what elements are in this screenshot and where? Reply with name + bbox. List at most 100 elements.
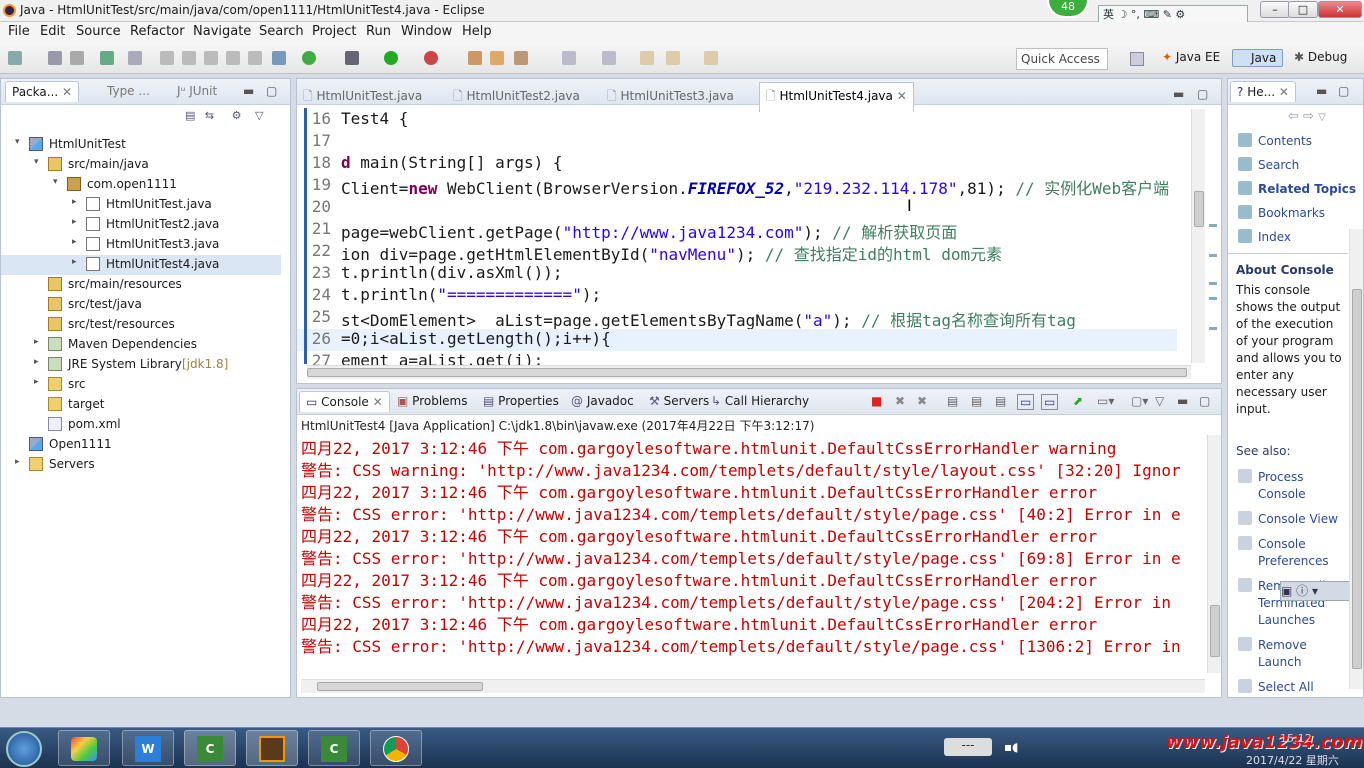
back-arrow-icon[interactable]: ⇦ [1288,109,1299,124]
clock-date[interactable]: 2017/4/22 星期六 [1246,752,1339,768]
tree-item[interactable]: ▾ src/main/java [1,155,281,175]
filter-icon[interactable]: ⚙ [232,109,242,122]
tree-item[interactable]: ▾ com.open1111 [1,175,281,195]
code-line[interactable]: 25 st<DomElement> aList=page.getElementsB… [297,307,1177,330]
menu-edit[interactable]: Edit [40,24,65,39]
editor-tab-htmlunittest2[interactable]: 🗋 HtmlUnitTest2.java [453,87,580,108]
editor-tab-htmlunittest3[interactable]: 🗋 HtmlUnitTest3.java [607,87,734,108]
editor-horizontal-scrollbar[interactable] [307,365,1191,379]
expand-toggle-icon[interactable]: ▸ [34,337,44,347]
maximize-button[interactable]: □ [1288,1,1318,18]
tab-servers[interactable]: ⚒ Servers [649,394,709,408]
tab-junit[interactable]: Jᵘ JUnit [177,84,217,98]
taskbar-wps[interactable]: W [122,730,174,766]
quick-access-input[interactable]: Quick Access [1016,48,1108,70]
power-icon[interactable]: ▪◖ [1004,740,1018,754]
tree-item[interactable]: ▸ HtmlUnitTest4.java [1,255,281,275]
expand-toggle-icon[interactable]: ▾ [53,177,63,187]
tree-item[interactable]: Open1111 [1,435,281,455]
editor-tab-htmlunittest[interactable]: 🗋 HtmlUnitTest.java [303,87,422,108]
scroll-lock-icon[interactable]: ▤ [971,394,982,408]
editor-tab-htmlunittest4[interactable]: 🗋 HtmlUnitTest4.java ✕ [759,82,914,112]
new-package-icon[interactable] [468,51,482,65]
taskbar-eclipse[interactable] [246,730,298,766]
ime-mode[interactable]: 英 [1103,8,1114,21]
tab-call-hierarchy[interactable]: ↳ Call Hierarchy [711,394,809,408]
help-icon[interactable]: ▣ ⓘ ▾ [1281,584,1318,598]
close-icon[interactable]: ✕ [373,395,383,409]
code-line[interactable]: 22 ion div=page.getHtmlElementById("navMe… [297,241,1177,264]
tree-item[interactable]: src/test/java [1,295,281,315]
remove-launch-icon[interactable]: ✖ [895,394,905,408]
expand-toggle-icon[interactable]: ▸ [34,377,44,387]
console-vertical-scrollbar[interactable] [1207,435,1221,673]
new-icon[interactable] [8,51,22,65]
show-on-output-icon[interactable]: ▭ [1017,394,1035,410]
remove-all-icon[interactable]: ✖ [917,394,927,408]
overview-mark[interactable] [1209,297,1217,300]
overview-mark[interactable] [1209,254,1217,257]
tree-item[interactable]: ▸ JRE System Library [jdk1.8] [1,355,281,375]
forward-icon[interactable] [704,51,718,65]
save-all-icon[interactable] [70,51,84,65]
taskbar-camtasia-2[interactable]: C [308,730,360,766]
expand-toggle-icon[interactable]: ▾ [34,157,44,167]
open-task-icon[interactable] [514,51,528,65]
tab-help[interactable]: ? He... ✕ [1230,81,1296,102]
tab-type-hierarchy[interactable]: Type ... [107,84,150,98]
minimize-view-icon[interactable]: ▬ [1177,394,1188,408]
minimize-view-icon[interactable]: ▬ [1316,84,1327,98]
mini-toolbar[interactable]: ▣ ⓘ ▾ [1280,581,1350,601]
expand-toggle-icon[interactable]: ▸ [72,197,82,207]
perspective-java-ee[interactable]: ✦ Java EE [1162,50,1220,64]
maximize-editor-icon[interactable]: ▢ [1197,87,1208,101]
console-output[interactable]: 四月22, 2017 3:12:46 下午 com.gargoylesoftwa… [297,435,1205,677]
maximize-view-icon[interactable]: ▢ [1338,84,1349,98]
minimize-view-icon[interactable]: ▬ [243,84,254,98]
open-perspective-icon[interactable] [1130,52,1144,66]
scroll-thumb[interactable] [307,368,1187,377]
annotation-icon[interactable] [562,51,576,65]
menu-window[interactable]: Window [401,24,452,39]
menu-navigate[interactable]: Navigate [193,24,251,39]
terminate-icon[interactable] [204,51,218,65]
perspective-java[interactable]: Java [1232,49,1284,67]
maximize-view-icon[interactable]: ▢ [1199,394,1210,408]
language-indicator[interactable]: --- [944,738,992,756]
close-icon[interactable]: ✕ [897,89,907,103]
menu-refactor[interactable]: Refactor [130,24,185,39]
ime-toolbar[interactable]: 英 ☽ °, ⌨ ✎ ⚙ [1098,5,1248,23]
code-line[interactable]: 17 [297,131,1177,153]
scroll-thumb[interactable] [1210,605,1220,657]
menu-help[interactable]: Help [462,24,492,39]
show-on-error-icon[interactable]: ▭ [1041,394,1059,410]
help-link-contents[interactable]: Contents [1258,133,1312,150]
help-link-console-preferences[interactable]: Console Preferences [1258,536,1338,570]
tab-package-explorer[interactable]: Packa... ✕ [5,81,80,102]
tree-item[interactable]: pom.xml [1,415,281,435]
tree-item[interactable]: target [1,395,281,415]
open-console-icon[interactable]: ▢▾ [1131,394,1148,408]
code-line[interactable]: 20 [297,197,1177,219]
help-link-related-topics[interactable]: Related Topics [1258,181,1356,198]
link-editor-icon[interactable]: ⇆ [205,109,214,122]
help-link-remove-launch[interactable]: Remove Launch [1258,637,1338,671]
tab-properties[interactable]: ▤ Properties [483,394,559,408]
tree-item[interactable]: ▸ HtmlUnitTest2.java [1,215,281,235]
minimize-editor-icon[interactable]: ▬ [1173,87,1184,101]
close-button[interactable]: ✕ [1318,1,1362,18]
tree-item[interactable]: src/main/resources [1,275,281,295]
external-tools-icon[interactable] [424,51,438,65]
code-line[interactable]: 21 page=webClient.getPage("http://www.jav… [297,219,1177,242]
code-line[interactable]: 18 d main(String[] args) { [297,153,1177,175]
help-link-bookmarks[interactable]: Bookmarks [1258,205,1325,222]
expand-toggle-icon[interactable]: ▸ [15,457,25,467]
display-console-icon[interactable]: ▭▾ [1097,394,1114,408]
suspend-icon[interactable] [182,51,196,65]
close-icon[interactable]: ✕ [1279,85,1289,99]
help-link-select-all[interactable]: Select All [1258,679,1314,696]
overview-mark[interactable] [1209,327,1217,330]
taskbar-chrome[interactable] [370,730,422,766]
tab-problems[interactable]: ▣ Problems [397,394,467,408]
clock-time[interactable]: 15:12 [1280,732,1312,745]
